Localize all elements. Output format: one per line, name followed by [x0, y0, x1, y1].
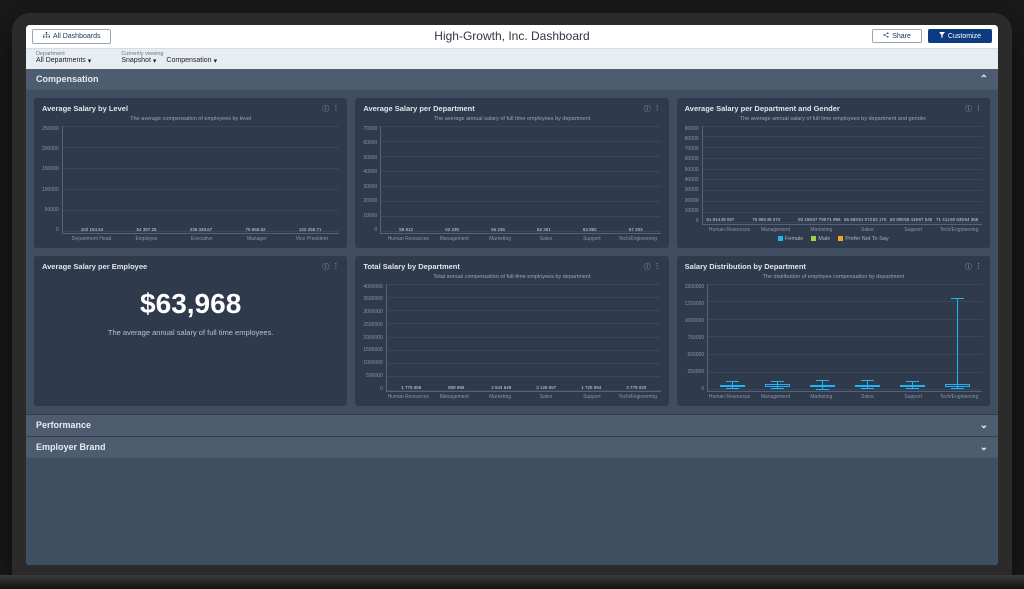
sitemap-icon [43, 32, 50, 41]
section-title: Employer Brand [36, 442, 106, 452]
info-icon[interactable]: ⓘ [965, 104, 972, 114]
card-avg-salary-per-employee: Average Salary per Employee ⓘ ⋮ $63,968 … [34, 256, 347, 406]
share-button[interactable]: Share [872, 29, 922, 43]
viewing-filter: Currently viewing Snapshot ▾ Compensatio… [121, 51, 217, 65]
dashboard-body: Compensation ⌃ Average Salary by Level ⓘ… [26, 69, 998, 565]
compensation-select[interactable]: Compensation ▾ [166, 57, 217, 65]
screen: All Dashboards High-Growth, Inc. Dashboa… [26, 25, 998, 565]
info-icon[interactable]: ⓘ [322, 104, 329, 114]
section-performance-header[interactable]: Performance ⌄ [26, 414, 998, 436]
chevron-down-icon: ⌄ [980, 442, 988, 453]
info-icon[interactable]: ⓘ [644, 262, 651, 272]
card-title: Average Salary by Level [42, 104, 128, 113]
all-dashboards-button[interactable]: All Dashboards [32, 29, 111, 44]
card-subtitle: The distribution of employee compensatio… [685, 274, 982, 280]
card-title: Salary Distribution by Department [685, 262, 806, 271]
box-plot: 1500000125000010000007500005000002500000… [685, 284, 982, 400]
bar-chart: 4000000350000030000002500000200000015000… [363, 284, 660, 400]
card-title: Average Salary per Department [363, 104, 474, 113]
card-title: Total Salary by Department [363, 262, 460, 271]
card-subtitle: Total annual compensation of full-time e… [363, 274, 660, 280]
card-avg-salary-per-department: Average Salary per Department ⓘ ⋮ The av… [355, 98, 668, 248]
kebab-icon[interactable]: ⋮ [975, 104, 982, 114]
snapshot-select[interactable]: Snapshot ▾ [121, 57, 156, 65]
kebab-icon[interactable]: ⋮ [975, 262, 982, 272]
chevron-up-icon: ⌃ [980, 74, 988, 85]
card-salary-distribution: Salary Distribution by Department ⓘ ⋮ Th… [677, 256, 990, 406]
kpi-value: $63,968 [42, 288, 339, 320]
page-title: High-Growth, Inc. Dashboard [434, 29, 589, 43]
section-employer-brand-header[interactable]: Employer Brand ⌄ [26, 436, 998, 458]
laptop-device-frame: All Dashboards High-Growth, Inc. Dashboa… [12, 13, 1012, 577]
section-compensation-header[interactable]: Compensation ⌃ [26, 69, 998, 90]
card-subtitle: The average compensation of employees by… [42, 116, 339, 122]
customize-button[interactable]: Customize [928, 29, 992, 43]
card-subtitle: The average annual salary of full time e… [363, 116, 660, 122]
topbar: All Dashboards High-Growth, Inc. Dashboa… [26, 25, 998, 49]
card-avg-salary-by-level: Average Salary by Level ⓘ ⋮ The average … [34, 98, 347, 248]
chevron-down-icon: ▾ [214, 57, 218, 65]
kebab-icon[interactable]: ⋮ [332, 104, 339, 114]
filter-bar: Department All Departments ▾ Currently v… [26, 49, 998, 69]
kpi-description: The average annual salary of full time e… [42, 328, 339, 337]
share-label: Share [892, 33, 911, 40]
section-compensation-body: Average Salary by Level ⓘ ⋮ The average … [26, 90, 998, 414]
bar-chart: 250000200000150000100000500000102 154.64… [42, 126, 339, 242]
kebab-icon[interactable]: ⋮ [654, 262, 661, 272]
department-select[interactable]: All Departments ▾ [36, 57, 91, 65]
info-icon[interactable]: ⓘ [965, 262, 972, 272]
kebab-icon[interactable]: ⋮ [332, 262, 339, 272]
chevron-down-icon: ⌄ [980, 420, 988, 431]
section-title: Performance [36, 420, 91, 430]
info-icon[interactable]: ⓘ [644, 104, 651, 114]
card-subtitle: The average annual salary of full time e… [685, 116, 982, 122]
grouped-bar-chart: 9000080000700006000050000400003000020000… [685, 126, 982, 242]
card-avg-salary-per-department-gender: Average Salary per Department and Gender… [677, 98, 990, 248]
kebab-icon[interactable]: ⋮ [654, 104, 661, 114]
filter-icon [939, 32, 945, 40]
section-title: Compensation [36, 74, 99, 84]
chevron-down-icon: ▾ [88, 57, 92, 65]
department-filter: Department All Departments ▾ [36, 51, 91, 65]
info-icon[interactable]: ⓘ [322, 262, 329, 272]
laptop-base [0, 575, 1024, 589]
customize-label: Customize [948, 33, 981, 40]
bar-chart: 70000600005000040000300002000010000059 8… [363, 126, 660, 242]
card-title: Average Salary per Department and Gender [685, 104, 840, 113]
share-icon [883, 32, 889, 40]
all-dashboards-label: All Dashboards [53, 33, 100, 40]
chevron-down-icon: ▾ [153, 57, 157, 65]
card-total-salary-by-department: Total Salary by Department ⓘ ⋮ Total ann… [355, 256, 668, 406]
card-title: Average Salary per Employee [42, 262, 147, 271]
